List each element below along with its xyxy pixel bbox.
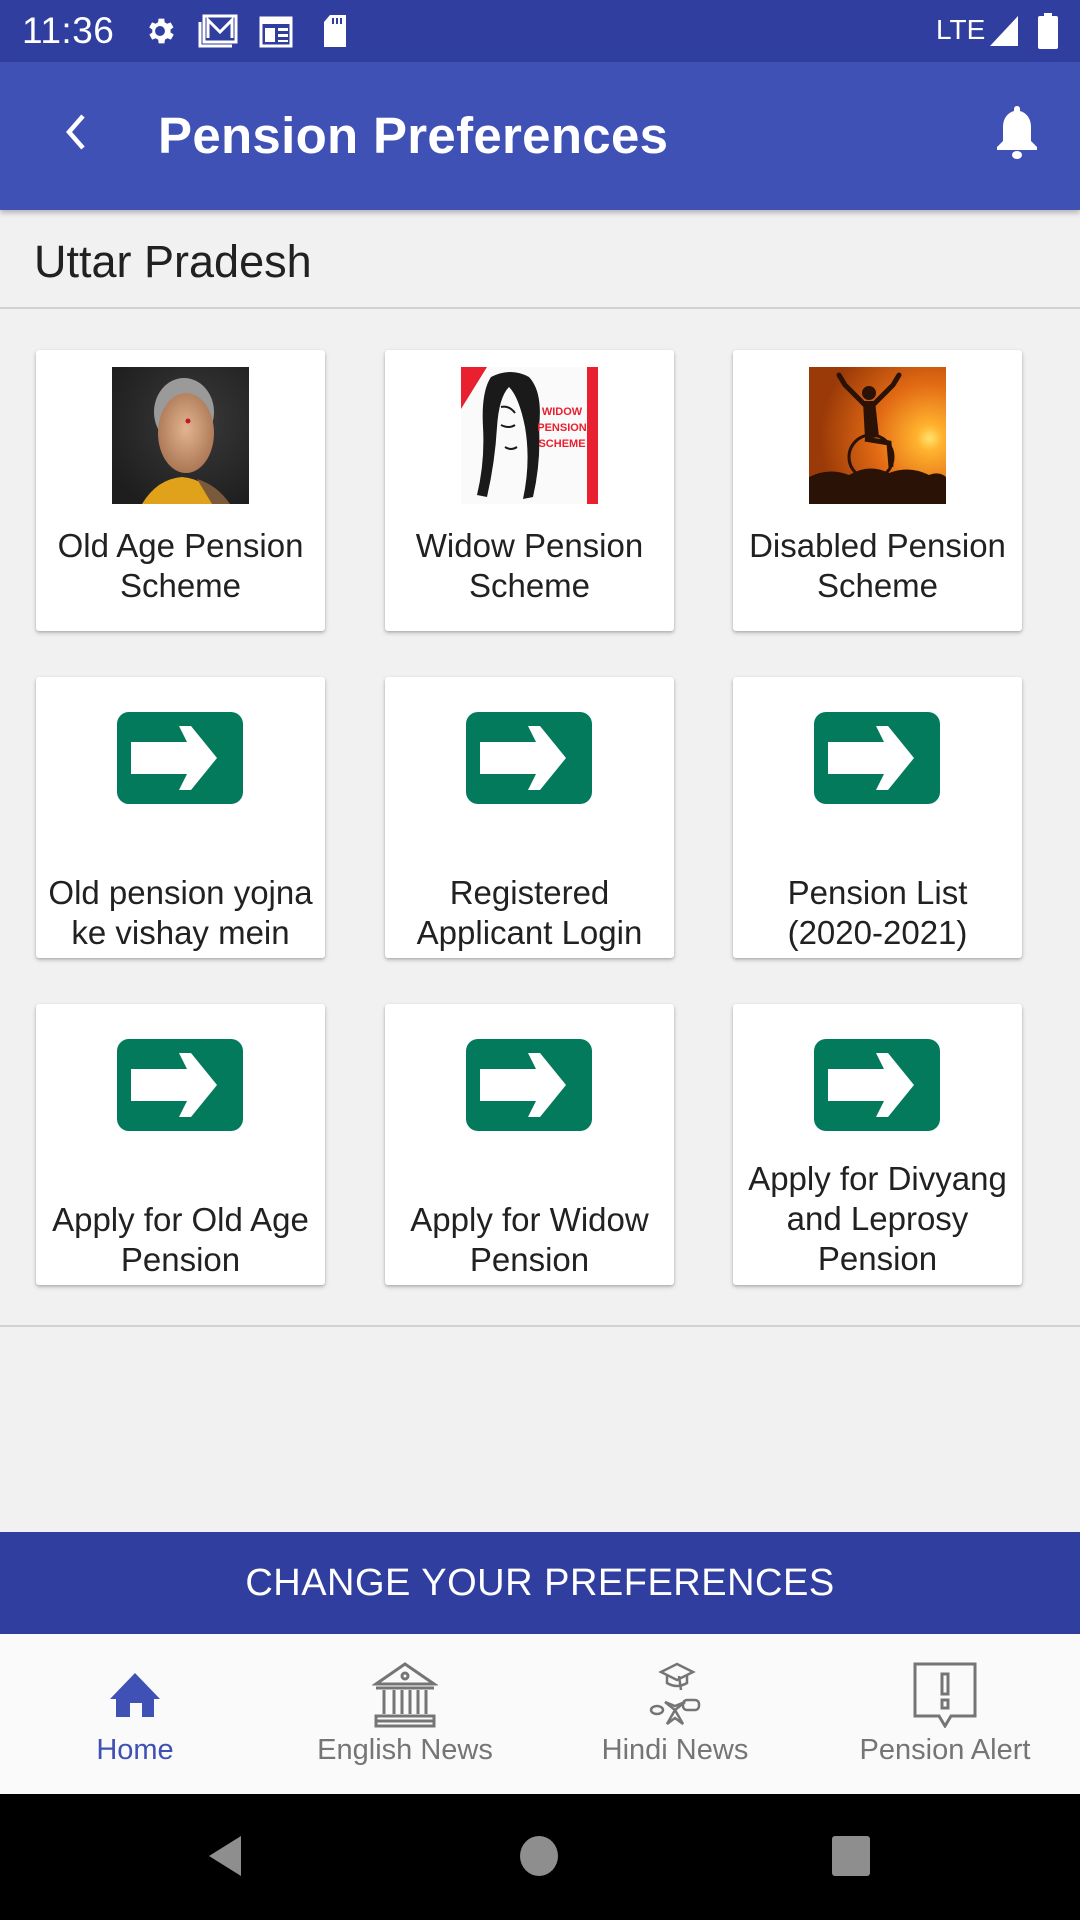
- wheelchair-sunset-photo: [809, 367, 946, 504]
- nav-label: Hindi News: [601, 1734, 749, 1766]
- status-bar: 11:36 LTE: [0, 0, 1080, 62]
- card-label: Disabled Pension Scheme: [749, 527, 1006, 604]
- graduation-scroll-icon: [540, 1660, 810, 1730]
- nav-label: Home: [96, 1734, 174, 1766]
- battery-icon: [1036, 13, 1060, 49]
- card-apply-old-age-pension[interactable]: Apply for Old Age Pension: [36, 1004, 325, 1285]
- system-back-button[interactable]: [200, 1830, 250, 1886]
- back-button[interactable]: [46, 104, 106, 164]
- nav-item-hindi-news[interactable]: Hindi News: [540, 1634, 810, 1794]
- card-apply-divyang-leprosy-pension[interactable]: Apply for Divyang and Leprosy Pension: [733, 1004, 1022, 1285]
- sd-card-icon: [320, 14, 350, 48]
- card-old-age-pension-scheme[interactable]: Old Age Pension Scheme: [36, 350, 325, 631]
- nav-item-english-news[interactable]: English News: [270, 1634, 540, 1794]
- widow-image-text-1: WIDOW: [542, 406, 583, 418]
- arrow-right-icon: [466, 1039, 592, 1131]
- card-label: Widow Pension Scheme: [415, 527, 644, 604]
- arrow-right-icon: [466, 712, 592, 804]
- divider-top: [0, 307, 1080, 309]
- card-label: Apply for Divyang and Leprosy Pension: [748, 1160, 1007, 1277]
- bottom-nav: Home English News Hindi News Pension Ale…: [0, 1634, 1080, 1794]
- elderly-woman-photo: [112, 367, 249, 504]
- nav-label: English News: [317, 1734, 493, 1766]
- card-label: Apply for Widow Pension: [410, 1201, 649, 1278]
- arrow-right-icon: [814, 712, 940, 804]
- back-icon: [205, 1834, 245, 1883]
- gear-icon: [142, 14, 178, 48]
- system-recents-button[interactable]: [826, 1830, 876, 1886]
- card-registered-applicant-login[interactable]: Registered Applicant Login: [385, 677, 674, 958]
- signal-icon: [988, 14, 1020, 48]
- calendar-icon: [258, 14, 294, 48]
- home-icon: [0, 1660, 270, 1730]
- card-pension-list[interactable]: Pension List (2020-2021): [733, 677, 1022, 958]
- widow-image-text-3: SCHEME: [538, 438, 585, 450]
- alert-bubble-icon: [810, 1660, 1080, 1730]
- change-preferences-button[interactable]: CHANGE YOUR PREFERENCES: [0, 1532, 1080, 1634]
- card-label: Pension List (2020-2021): [787, 874, 968, 951]
- notifications-button[interactable]: [985, 102, 1049, 166]
- card-apply-widow-pension[interactable]: Apply for Widow Pension: [385, 1004, 674, 1285]
- status-time: 11:36: [22, 10, 115, 51]
- recents-icon: [831, 1835, 871, 1882]
- arrow-right-icon: [814, 1039, 940, 1131]
- card-old-pension-yojna-info[interactable]: Old pension yojna ke vishay mein: [36, 677, 325, 958]
- widow-image-text-2: PENSION: [537, 422, 587, 434]
- state-name: Uttar Pradesh: [34, 236, 312, 287]
- bell-icon: [993, 104, 1041, 165]
- divider-bottom: [0, 1325, 1080, 1327]
- arrow-right-icon: [117, 1039, 243, 1131]
- card-label: Old Age Pension Scheme: [57, 527, 304, 604]
- nav-item-home[interactable]: Home: [0, 1634, 270, 1794]
- card-disabled-pension-scheme[interactable]: Disabled Pension Scheme: [733, 350, 1022, 631]
- system-navigation-bar: [0, 1794, 1080, 1920]
- nav-item-pension-alert[interactable]: Pension Alert: [810, 1634, 1080, 1794]
- card-widow-pension-scheme[interactable]: WIDOW PENSION SCHEME Widow Pension Schem…: [385, 350, 674, 631]
- bank-building-icon: [270, 1660, 540, 1730]
- system-home-button[interactable]: [514, 1830, 564, 1886]
- card-label: Apply for Old Age Pension: [52, 1201, 309, 1278]
- card-label: Old pension yojna ke vishay mein: [48, 874, 313, 951]
- page-title: Pension Preferences: [158, 107, 669, 164]
- gmail-icon: [198, 14, 238, 48]
- app-bar: Pension Preferences: [0, 62, 1080, 210]
- widow-pension-scheme-image: WIDOW PENSION SCHEME: [461, 367, 598, 504]
- card-label: Registered Applicant Login: [416, 874, 643, 951]
- network-type: LTE: [936, 14, 986, 45]
- arrow-right-icon: [117, 712, 243, 804]
- nav-label: Pension Alert: [859, 1734, 1031, 1766]
- home-circle-icon: [519, 1835, 559, 1882]
- chevron-left-icon: [63, 112, 89, 157]
